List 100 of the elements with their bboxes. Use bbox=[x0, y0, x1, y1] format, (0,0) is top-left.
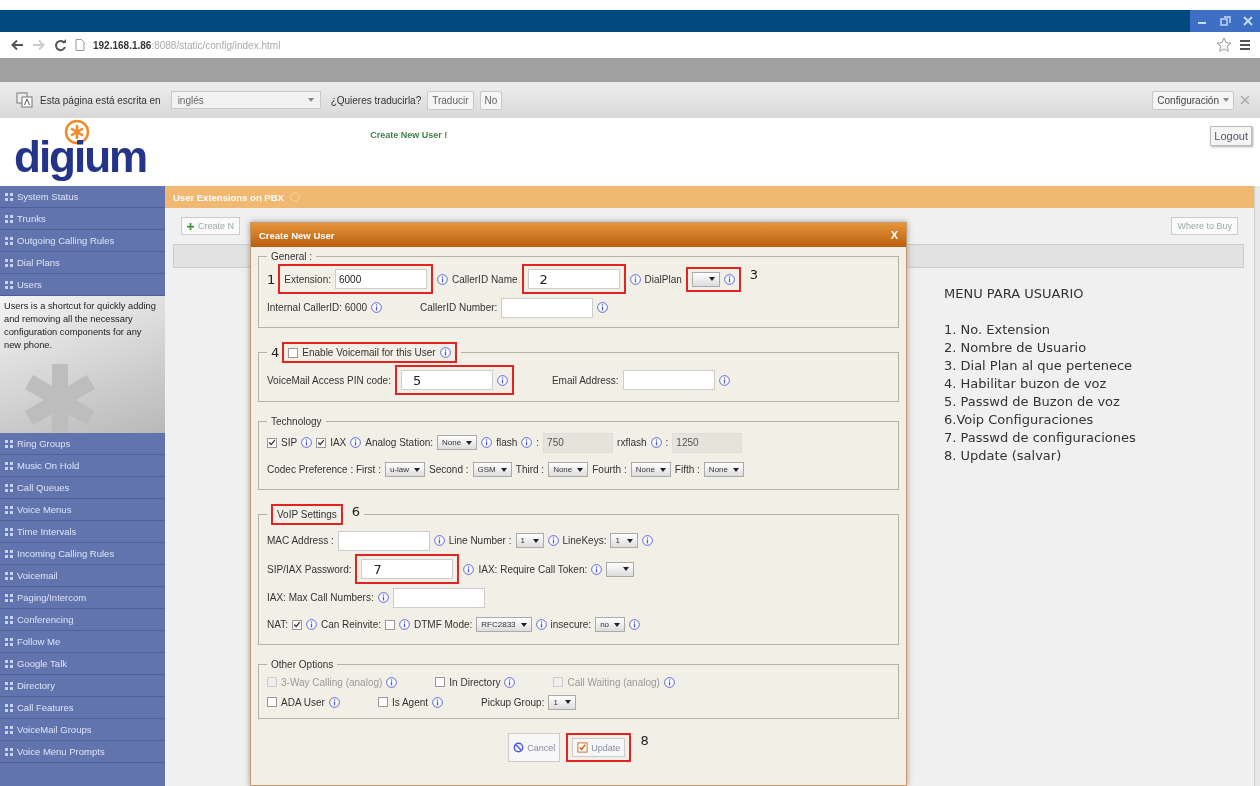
field-label: : bbox=[536, 437, 540, 448]
info-icon[interactable] bbox=[481, 437, 493, 448]
help-line: 6.Voip Configuraciones bbox=[944, 411, 1095, 429]
select-field[interactable]: 1 bbox=[548, 694, 577, 710]
field-label: IAX: Require Call Token: bbox=[478, 563, 588, 575]
select-field[interactable]: 1 bbox=[610, 533, 639, 548]
info-icon[interactable] bbox=[535, 619, 547, 630]
translate-button[interactable]: No bbox=[479, 90, 503, 110]
info-icon[interactable] bbox=[496, 374, 508, 386]
select-field[interactable]: None bbox=[437, 435, 478, 450]
info-icon[interactable] bbox=[723, 273, 735, 285]
annotation-number: 4 bbox=[271, 345, 280, 360]
restore-icon[interactable] bbox=[1218, 15, 1232, 27]
info-icon[interactable] bbox=[629, 273, 641, 285]
close-button[interactable]: X bbox=[890, 229, 898, 241]
info-icon[interactable] bbox=[629, 619, 641, 630]
field-label: Fourth : bbox=[592, 464, 627, 475]
select-field[interactable]: RFC2833 bbox=[476, 617, 532, 632]
input-field[interactable] bbox=[337, 530, 430, 551]
info-icon[interactable] bbox=[521, 437, 533, 448]
caret-icon bbox=[520, 622, 527, 627]
create-user-button[interactable]: Create N bbox=[181, 217, 240, 235]
checkbox-label: ADA User bbox=[281, 696, 325, 708]
close-icon[interactable] bbox=[1241, 15, 1256, 27]
info-icon[interactable] bbox=[350, 437, 362, 448]
grid-icon bbox=[5, 192, 13, 201]
sidebar-item[interactable]: System Status bbox=[0, 186, 165, 208]
caret-icon bbox=[1223, 98, 1229, 102]
input-field[interactable]: 6000 bbox=[335, 269, 427, 289]
translate-prompt: Esta página está escrita en bbox=[40, 94, 161, 106]
update-button[interactable]: Update bbox=[572, 738, 626, 757]
checkbox[interactable] bbox=[384, 619, 395, 630]
back-icon[interactable] bbox=[10, 39, 24, 51]
select-field[interactable] bbox=[606, 561, 635, 577]
info-icon[interactable] bbox=[437, 273, 448, 285]
info-icon[interactable] bbox=[463, 563, 475, 575]
reload-icon[interactable] bbox=[54, 38, 67, 52]
select-field[interactable]: None bbox=[703, 462, 744, 477]
checkbox-icon bbox=[577, 742, 589, 753]
language-select[interactable]: inglés bbox=[170, 91, 321, 109]
select-field[interactable]: GSM bbox=[472, 462, 512, 477]
where-to-buy-button[interactable]: Where to Buy bbox=[1171, 217, 1238, 235]
cancel-button[interactable]: Cancel bbox=[508, 733, 561, 762]
grid-icon bbox=[5, 549, 13, 558]
input-field[interactable] bbox=[527, 269, 620, 289]
checkbox[interactable] bbox=[291, 619, 302, 630]
forward-icon[interactable] bbox=[32, 39, 46, 51]
info-icon[interactable] bbox=[650, 437, 662, 448]
checkbox[interactable] bbox=[267, 437, 277, 448]
info-icon[interactable] bbox=[547, 535, 559, 546]
checkbox[interactable] bbox=[316, 437, 327, 448]
info-icon[interactable] bbox=[386, 676, 398, 688]
select-field[interactable]: None bbox=[548, 462, 589, 477]
translate-button[interactable]: Traducir bbox=[427, 90, 474, 110]
field-label: Extension: bbox=[284, 273, 331, 285]
info-icon[interactable] bbox=[432, 696, 444, 708]
info-icon[interactable] bbox=[305, 619, 317, 630]
select-field[interactable]: 1 bbox=[515, 533, 544, 548]
info-icon[interactable] bbox=[597, 302, 609, 313]
close-icon[interactable] bbox=[1240, 95, 1250, 105]
info-icon[interactable] bbox=[718, 374, 730, 386]
input-field[interactable] bbox=[400, 370, 493, 390]
info-icon[interactable] bbox=[398, 619, 410, 630]
info-icon[interactable] bbox=[328, 696, 340, 708]
settings-dropdown[interactable]: Configuración bbox=[1152, 90, 1234, 110]
info-icon[interactable] bbox=[504, 676, 516, 688]
checkbox[interactable] bbox=[267, 697, 277, 707]
caret-icon bbox=[659, 467, 666, 472]
info-icon[interactable] bbox=[377, 592, 389, 603]
input-field[interactable] bbox=[622, 370, 715, 390]
select-field[interactable]: no bbox=[595, 617, 626, 632]
checkbox[interactable] bbox=[435, 677, 446, 687]
checkbox[interactable] bbox=[288, 347, 299, 358]
field-label: rxflash bbox=[617, 437, 647, 448]
checkbox[interactable] bbox=[377, 697, 388, 707]
input-field[interactable] bbox=[361, 559, 454, 579]
scrollbar[interactable] bbox=[1254, 186, 1260, 786]
info-icon[interactable] bbox=[439, 347, 451, 358]
address-bar[interactable]: 192.168.1.86:8088/static/config/index.html bbox=[93, 39, 281, 51]
field-label: Third : bbox=[515, 464, 545, 475]
caret-icon bbox=[577, 467, 584, 472]
logout-button[interactable]: Logout bbox=[1210, 126, 1252, 146]
grid-icon bbox=[5, 505, 13, 514]
input-field[interactable] bbox=[501, 297, 594, 318]
star-icon[interactable] bbox=[1216, 37, 1232, 53]
field-label: flash bbox=[496, 437, 518, 448]
info-icon[interactable] bbox=[591, 563, 603, 575]
info-icon[interactable] bbox=[433, 535, 445, 546]
input-field[interactable] bbox=[392, 587, 485, 608]
select-field[interactable]: u-law bbox=[384, 462, 426, 477]
status-message: Create New User ! bbox=[370, 130, 448, 140]
caret-icon bbox=[733, 467, 739, 472]
menu-icon[interactable] bbox=[1240, 39, 1250, 51]
annotation-number: 2 bbox=[539, 271, 548, 287]
info-icon[interactable] bbox=[663, 676, 675, 688]
info-icon[interactable] bbox=[642, 535, 654, 546]
select-field[interactable] bbox=[691, 271, 720, 287]
info-icon[interactable] bbox=[301, 437, 313, 448]
select-field[interactable]: None bbox=[630, 462, 671, 477]
info-icon[interactable] bbox=[371, 302, 383, 313]
